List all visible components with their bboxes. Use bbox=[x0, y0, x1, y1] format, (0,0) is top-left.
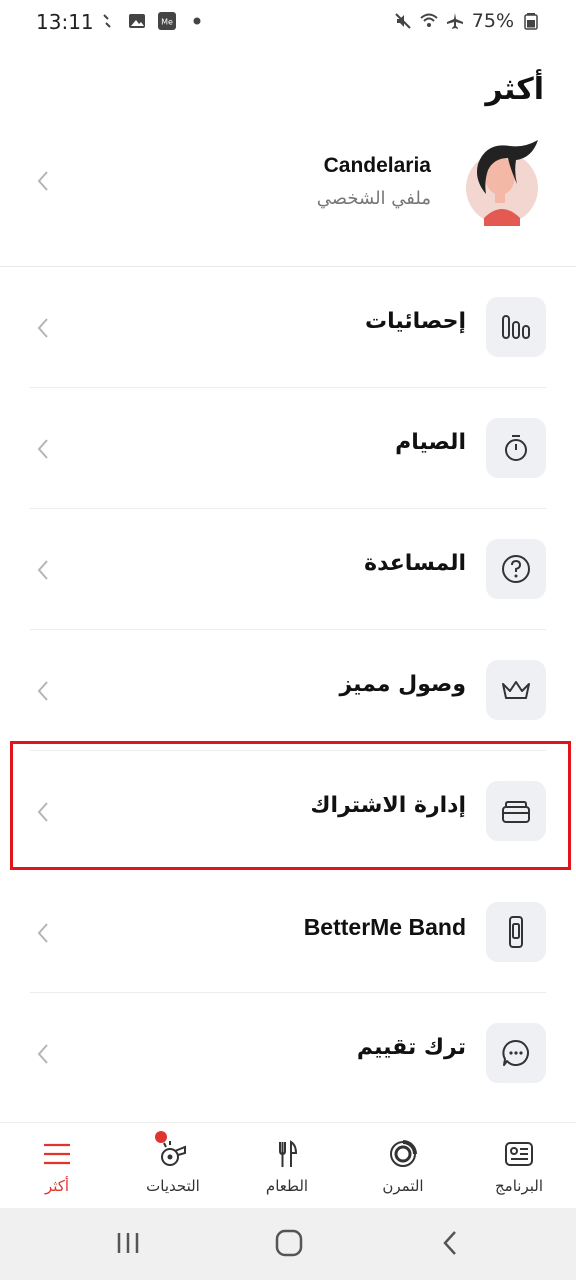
profile-row[interactable]: Candelaria ملفي الشخصي bbox=[0, 130, 576, 240]
battery-icon bbox=[524, 13, 538, 30]
status-time: 13:11 bbox=[36, 10, 94, 34]
status-left-icons: Me bbox=[98, 12, 206, 30]
menu-item-leave-review[interactable]: ترك تقييم bbox=[0, 993, 576, 1114]
nav-label: التمرن bbox=[382, 1177, 424, 1195]
profile-name: Candelaria bbox=[323, 154, 431, 177]
nav-program[interactable]: البرنامج bbox=[464, 1123, 574, 1209]
workout-ring-icon bbox=[390, 1140, 417, 1167]
nav-challenges[interactable]: التحديات bbox=[118, 1123, 228, 1209]
nav-more[interactable]: أكثر bbox=[2, 1123, 112, 1209]
bottom-nav: البرنامج التمرن الطعام التحديات أكثر bbox=[0, 1122, 576, 1208]
nav-food[interactable]: الطعام bbox=[232, 1123, 342, 1209]
chat-bubble-icon bbox=[486, 1023, 546, 1083]
chevron-left-icon bbox=[37, 1044, 48, 1064]
chevron-left-icon bbox=[37, 439, 48, 459]
wifi-icon bbox=[420, 13, 438, 27]
chevron-left-icon bbox=[37, 171, 48, 191]
menu-item-label: المساعدة bbox=[364, 551, 466, 576]
system-nav-bar bbox=[0, 1208, 576, 1280]
menu-item-statistics[interactable]: إحصائيات bbox=[0, 267, 576, 388]
mute-icon bbox=[395, 13, 411, 29]
profile-subtitle: ملفي الشخصي bbox=[316, 188, 431, 209]
chevron-left-icon bbox=[37, 923, 48, 943]
help-circle-icon bbox=[486, 539, 546, 599]
recent-apps-icon[interactable] bbox=[115, 1228, 141, 1258]
nav-label: التحديات bbox=[146, 1177, 200, 1195]
chevron-left-icon bbox=[37, 318, 48, 338]
status-right: 75% bbox=[394, 10, 540, 32]
nav-label: الطعام bbox=[265, 1177, 309, 1195]
dot-icon bbox=[193, 17, 201, 25]
me-app-icon: Me bbox=[158, 12, 176, 30]
menu-item-label: إحصائيات bbox=[365, 309, 466, 334]
program-card-icon bbox=[505, 1142, 533, 1166]
status-bar: 13:11 Me 75% bbox=[0, 0, 576, 46]
battery-percent: 75% bbox=[471, 10, 514, 32]
menu-item-fasting[interactable]: الصيام bbox=[0, 388, 576, 509]
airplane-icon bbox=[446, 13, 463, 29]
image-icon bbox=[129, 14, 145, 28]
chevron-left-icon bbox=[37, 681, 48, 701]
home-icon[interactable] bbox=[274, 1228, 304, 1258]
menu-item-label: BetterMe Band bbox=[303, 914, 466, 940]
menu-item-premium-access[interactable]: وصول مميز bbox=[0, 630, 576, 751]
stats-bars-icon bbox=[486, 297, 546, 357]
svg-text:Me: Me bbox=[161, 18, 173, 27]
menu-item-help[interactable]: المساعدة bbox=[0, 509, 576, 630]
avatar bbox=[466, 140, 538, 226]
page-title: أكثر bbox=[485, 72, 544, 107]
whistle-icon bbox=[161, 1141, 186, 1166]
nav-label: أكثر bbox=[44, 1177, 70, 1195]
sync-icon bbox=[103, 14, 111, 28]
fork-knife-icon bbox=[279, 1140, 298, 1167]
highlight-box bbox=[10, 741, 571, 870]
nav-label: البرنامج bbox=[494, 1177, 543, 1195]
crown-icon bbox=[486, 660, 546, 720]
nav-workout[interactable]: التمرن bbox=[348, 1123, 458, 1209]
menu-item-label: الصيام bbox=[395, 430, 466, 455]
menu-item-betterme-band[interactable]: BetterMe Band bbox=[0, 872, 576, 993]
back-icon[interactable] bbox=[440, 1228, 460, 1258]
menu-icon bbox=[44, 1143, 70, 1165]
stopwatch-icon bbox=[486, 418, 546, 478]
menu-item-label: وصول مميز bbox=[339, 672, 466, 697]
chevron-left-icon bbox=[37, 560, 48, 580]
smart-band-icon bbox=[486, 902, 546, 962]
menu-item-label: ترك تقييم bbox=[356, 1035, 466, 1060]
